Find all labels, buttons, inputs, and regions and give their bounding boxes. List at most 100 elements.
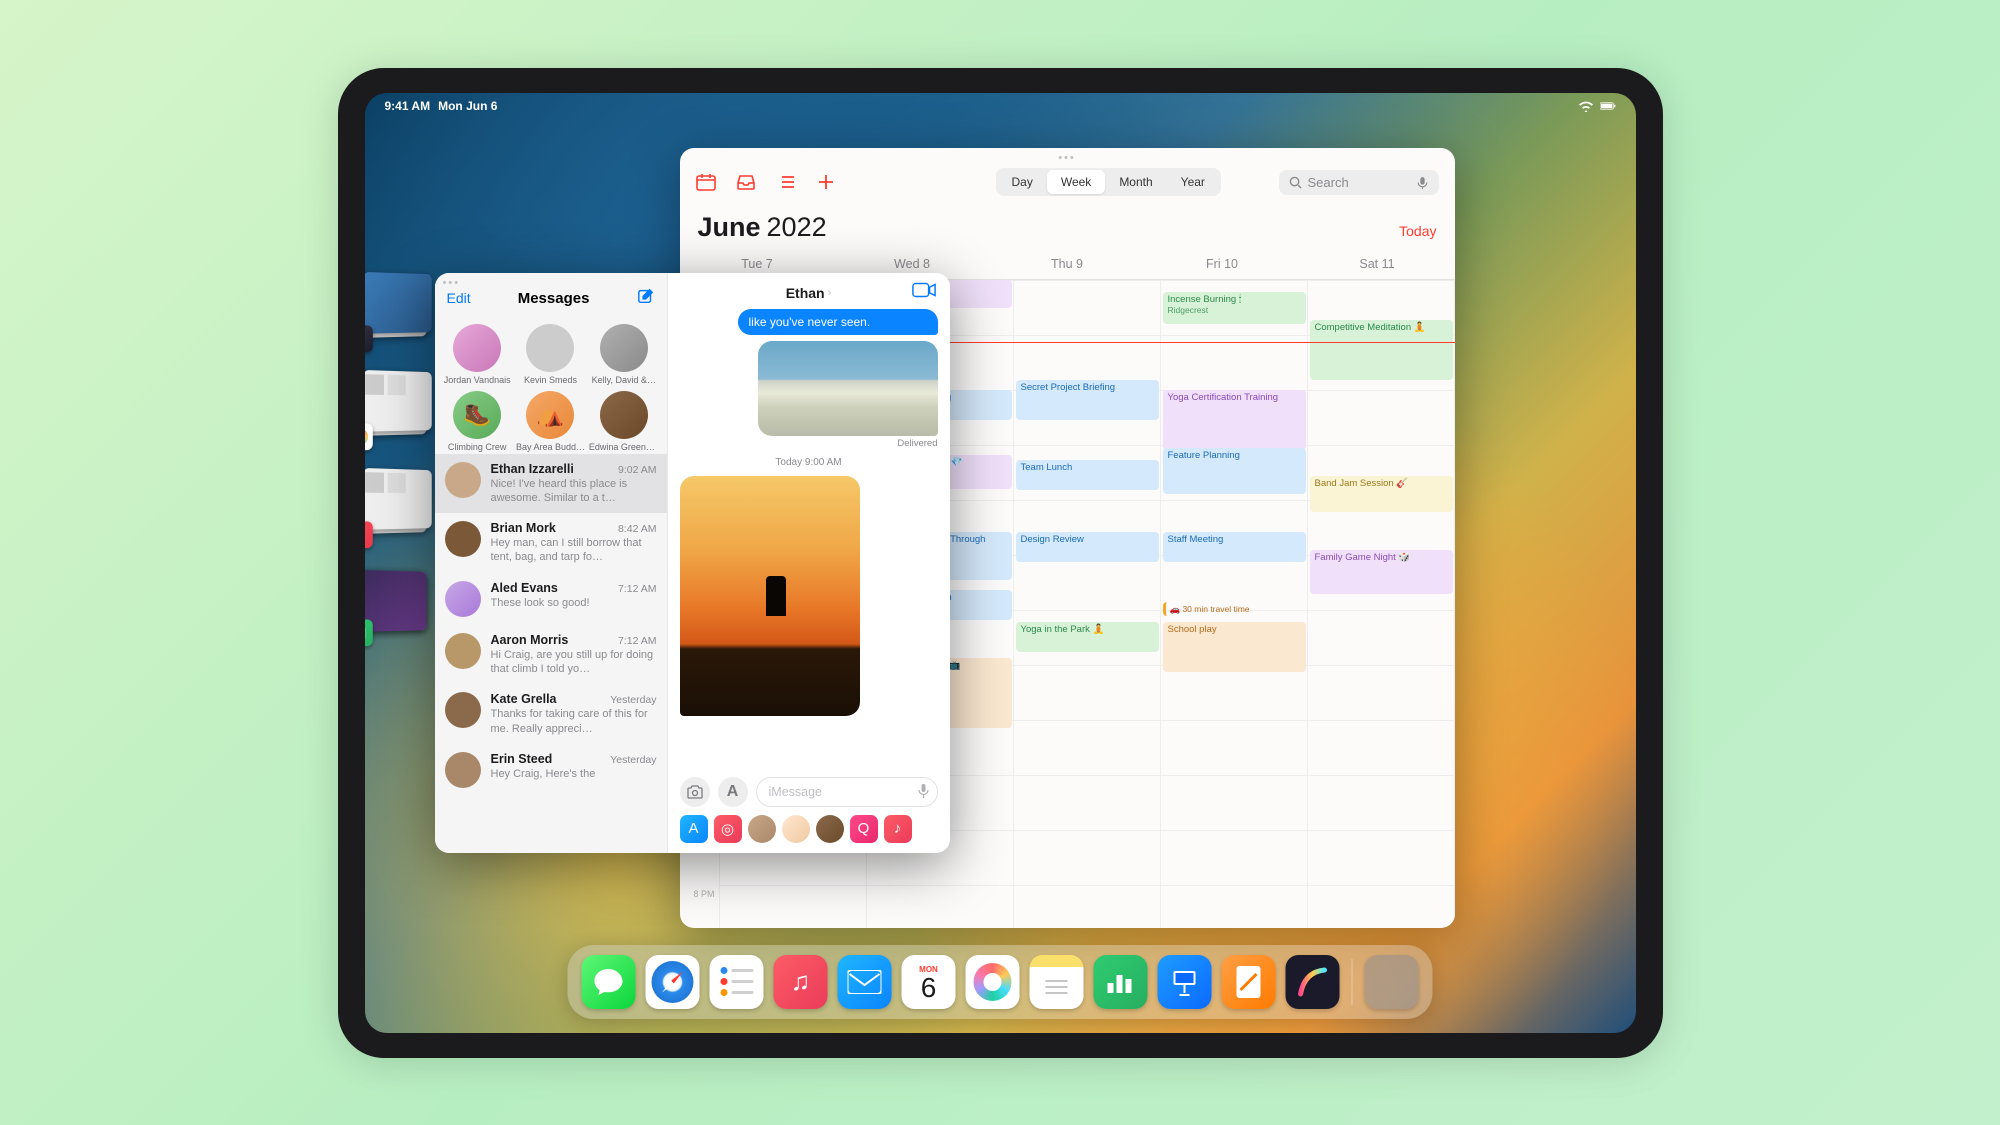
dock-mail[interactable]: [838, 955, 892, 1009]
app-strip-search[interactable]: Q: [850, 815, 878, 843]
calendar-event[interactable]: School play: [1163, 622, 1306, 672]
calendar-event[interactable]: Team Lunch: [1016, 460, 1159, 490]
delivered-label: Delivered: [680, 438, 938, 449]
camera-button[interactable]: [680, 777, 710, 807]
app-strip-music[interactable]: ♪: [884, 815, 912, 843]
calendar-view-segmented[interactable]: Day Week Month Year: [996, 168, 1221, 196]
app-strip-store[interactable]: A: [680, 815, 708, 843]
day-column[interactable]: [1014, 280, 1161, 928]
dock-messages[interactable]: [582, 955, 636, 1009]
calendar-inbox-icon[interactable]: [736, 173, 756, 191]
sent-image-attachment[interactable]: [758, 341, 938, 436]
imessage-app-strip[interactable]: A ◎ Q ♪: [668, 815, 950, 853]
calendar-event[interactable]: 🚗 30 min travel time: [1163, 602, 1306, 616]
message-input[interactable]: iMessage: [756, 777, 938, 807]
dock-recent-apps[interactable]: [1365, 955, 1419, 1009]
dock-procreate[interactable]: [1286, 955, 1340, 1009]
calendar-add-icon[interactable]: [816, 173, 836, 191]
seg-day[interactable]: Day: [998, 170, 1047, 194]
calendar-event[interactable]: Band Jam Session 🎸: [1310, 476, 1453, 512]
app-strip-memoji-2[interactable]: [782, 815, 810, 843]
stage-pile-numbers[interactable]: ▥: [365, 565, 430, 637]
calendar-title-row: June 2022 Today: [680, 202, 1455, 251]
calendar-event[interactable]: Competitive Meditation 🧘: [1310, 320, 1453, 380]
pinned-conversation[interactable]: Kevin Smeds: [515, 324, 585, 385]
calendar-event[interactable]: Secret Project Briefing: [1016, 380, 1159, 420]
pinned-row: 🥾Climbing Crew⛺Bay Area Budd…Edwina Gree…: [435, 387, 667, 454]
window-handle-icon[interactable]: •••: [1058, 152, 1076, 164]
edit-button[interactable]: Edit: [447, 290, 471, 306]
dock-calendar[interactable]: MON6: [902, 955, 956, 1009]
received-image-attachment[interactable]: [680, 476, 860, 716]
messages-thread-pane: Ethan › like you've never seen. Delivere…: [668, 273, 950, 853]
wifi-icon: [1578, 100, 1594, 112]
pinned-conversation[interactable]: Kelly, David &…: [589, 324, 659, 385]
dock-notes[interactable]: [1030, 955, 1084, 1009]
seg-week[interactable]: Week: [1047, 170, 1105, 194]
calendar-today-icon[interactable]: [696, 173, 716, 191]
calendar-today-button[interactable]: Today: [1399, 223, 1436, 239]
calendar-event[interactable]: Feature Planning: [1163, 448, 1306, 494]
message-input-row: A iMessage: [668, 769, 950, 815]
conversation-item[interactable]: Brian Mork8:42 AMHey man, can I still bo…: [435, 513, 667, 573]
message-thread[interactable]: like you've never seen. Delivered Today …: [668, 309, 950, 769]
calendar-event[interactable]: Incense Burning 🕯Ridgecrest: [1163, 292, 1306, 324]
conversation-item[interactable]: Aled Evans7:12 AMThese look so good!: [435, 573, 667, 625]
calendar-list-icon[interactable]: [776, 173, 796, 191]
app-store-button[interactable]: A: [718, 777, 748, 807]
dictation-icon[interactable]: [918, 784, 929, 799]
dock: ♫ MON6: [568, 945, 1433, 1019]
conversation-list: Ethan Izzarelli9:02 AMNice! I've heard t…: [435, 454, 667, 853]
messages-title: Messages: [471, 290, 637, 307]
compose-button[interactable]: [637, 287, 655, 310]
calendar-event[interactable]: Family Game Night 🎲: [1310, 550, 1453, 594]
dock-photos[interactable]: [966, 955, 1020, 1009]
messages-window[interactable]: ••• Edit Messages Jordan VandnaisKevin S…: [435, 273, 950, 853]
dock-pages[interactable]: [1222, 955, 1276, 1009]
dock-reminders[interactable]: [710, 955, 764, 1009]
thread-contact-name[interactable]: Ethan: [786, 285, 825, 301]
calendar-event[interactable]: Yoga Certification Training: [1163, 390, 1306, 450]
status-time: 9:41 AM: [385, 99, 431, 113]
seg-year[interactable]: Year: [1167, 170, 1219, 194]
calendar-month: June: [698, 212, 761, 243]
messages-sidebar: ••• Edit Messages Jordan VandnaisKevin S…: [435, 273, 668, 853]
facetime-button[interactable]: [912, 282, 936, 303]
thread-timestamp: Today 9:00 AM: [680, 457, 938, 468]
ipad-device-frame: 9:41 AM Mon Jun 6 ✦ ♪: [338, 68, 1663, 1058]
dock-music[interactable]: ♫: [774, 955, 828, 1009]
calendar-event[interactable]: Yoga in the Park 🧘: [1016, 622, 1159, 652]
battery-icon: [1600, 100, 1616, 112]
day-header[interactable]: Fri 10: [1145, 251, 1300, 279]
window-handle-icon[interactable]: •••: [443, 277, 461, 289]
app-strip-memoji-3[interactable]: [816, 815, 844, 843]
conversation-item[interactable]: Ethan Izzarelli9:02 AMNice! I've heard t…: [435, 454, 667, 514]
chevron-right-icon: ›: [828, 287, 832, 299]
pinned-row: Jordan VandnaisKevin SmedsKelly, David &…: [435, 320, 667, 387]
day-header[interactable]: Sat 11: [1300, 251, 1455, 279]
ipad-screen: 9:41 AM Mon Jun 6 ✦ ♪: [365, 93, 1636, 1033]
calendar-event[interactable]: Design Review: [1016, 532, 1159, 562]
conversation-item[interactable]: Erin SteedYesterdayHey Craig, Here's the: [435, 744, 667, 796]
calendar-year: 2022: [767, 212, 827, 243]
stage-pile-music[interactable]: ♪: [365, 467, 430, 539]
microphone-icon[interactable]: [1416, 176, 1429, 189]
stage-pile-freeform[interactable]: ✦: [365, 271, 430, 343]
day-header[interactable]: Thu 9: [990, 251, 1145, 279]
app-strip-fitness[interactable]: ◎: [714, 815, 742, 843]
calendar-search-input[interactable]: Search: [1279, 170, 1439, 195]
seg-month[interactable]: Month: [1105, 170, 1166, 194]
dock-numbers[interactable]: [1094, 955, 1148, 1009]
pinned-conversation[interactable]: Jordan Vandnais: [442, 324, 512, 385]
conversation-item[interactable]: Kate GrellaYesterdayThanks for taking ca…: [435, 684, 667, 744]
calendar-event[interactable]: Staff Meeting: [1163, 532, 1306, 562]
stage-pile-photos[interactable]: [365, 369, 430, 441]
conversation-item[interactable]: Aaron Morris7:12 AMHi Craig, are you sti…: [435, 625, 667, 685]
dock-keynote[interactable]: [1158, 955, 1212, 1009]
pinned-conversation[interactable]: Edwina Greena…: [589, 391, 659, 452]
app-strip-memoji-1[interactable]: [748, 815, 776, 843]
pinned-conversation[interactable]: 🥾Climbing Crew: [442, 391, 512, 452]
dock-safari[interactable]: [646, 955, 700, 1009]
sent-message-bubble: like you've never seen.: [738, 309, 938, 335]
pinned-conversation[interactable]: ⛺Bay Area Budd…: [515, 391, 585, 452]
